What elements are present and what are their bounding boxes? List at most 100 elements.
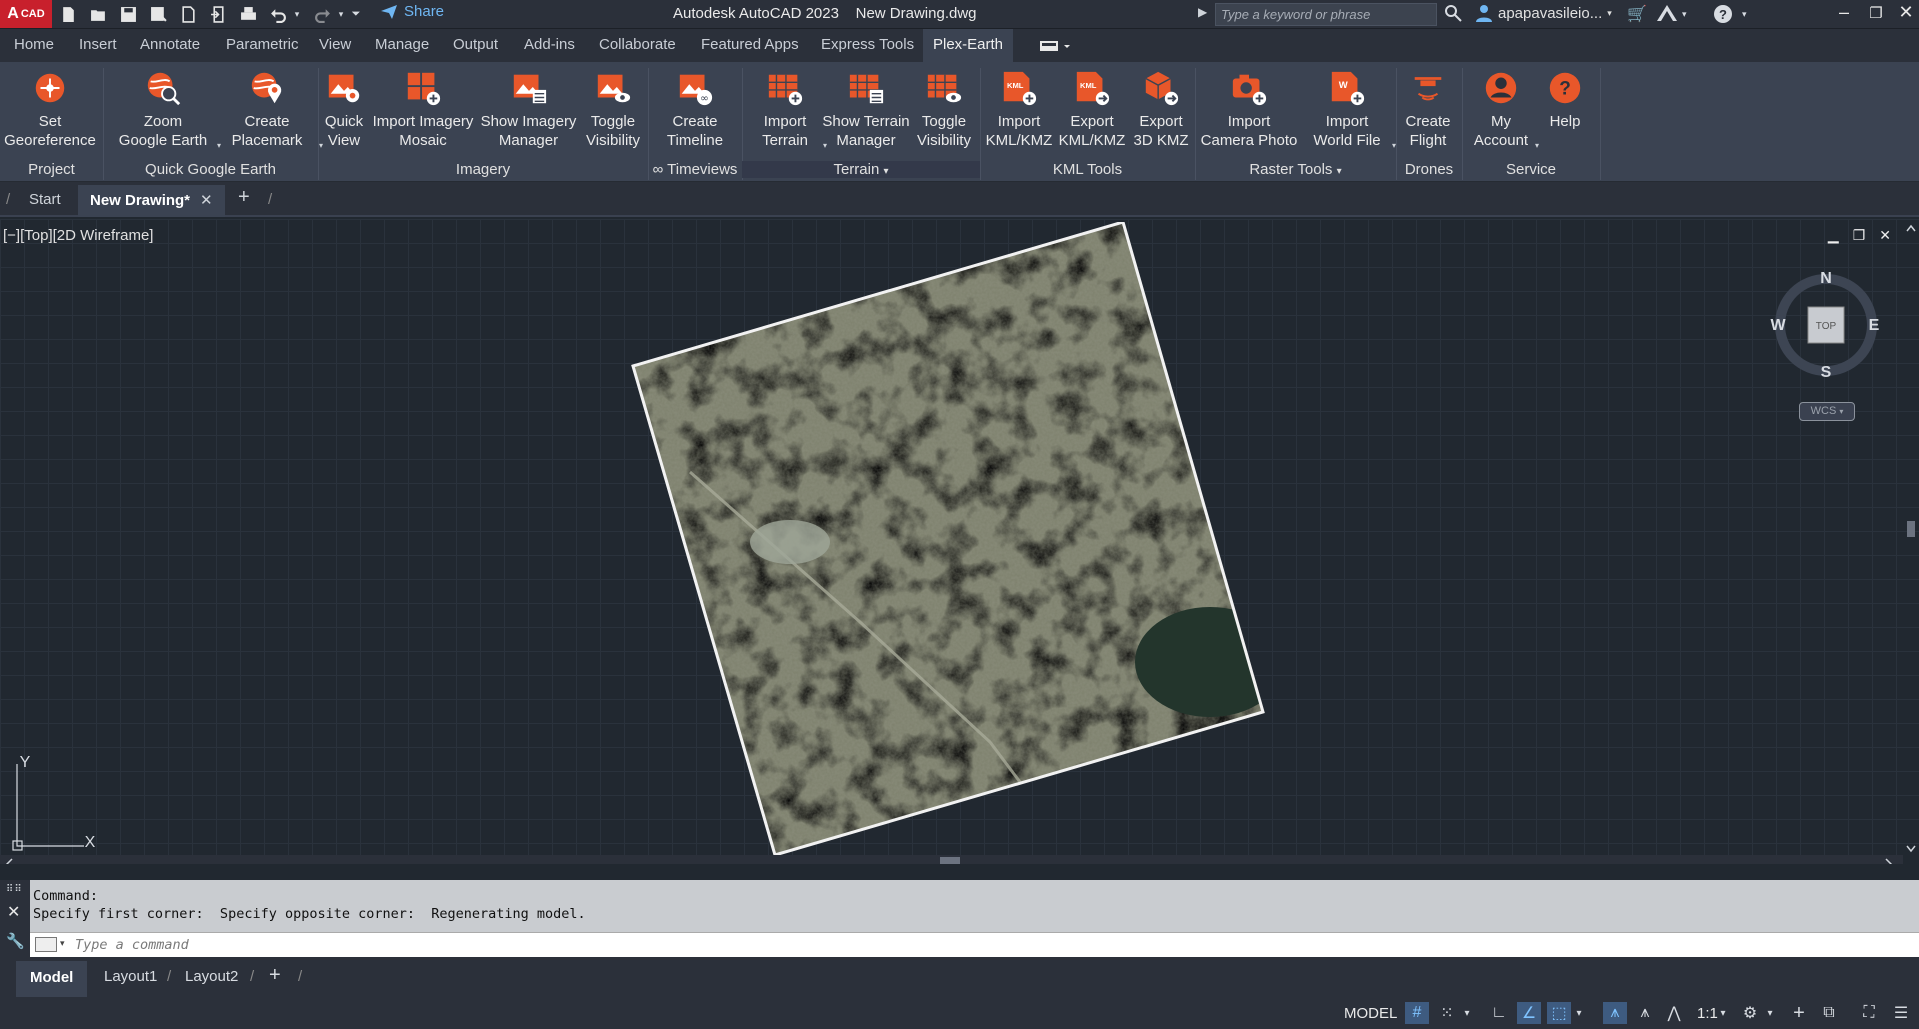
tab-parametric[interactable]: Parametric (226, 36, 299, 53)
scroll-down-icon[interactable] (1906, 845, 1916, 853)
compass-west-label[interactable]: W (1770, 317, 1786, 334)
help-dropdown-icon[interactable]: ▾ (1742, 9, 1747, 20)
tab-insert[interactable]: Insert (79, 36, 117, 53)
minimize-icon[interactable]: – (1830, 2, 1858, 23)
search-icon[interactable] (1444, 4, 1462, 27)
tab-plex-earth[interactable]: Plex-Earth (923, 29, 1014, 62)
a360-dropdown-icon[interactable]: ▾ (1682, 9, 1687, 20)
scroll-up-icon[interactable] (1906, 224, 1916, 232)
layout-tab-layout1[interactable]: Layout1 (104, 968, 157, 985)
layout-tab-model[interactable]: Model (16, 961, 88, 997)
undo-icon[interactable] (268, 4, 288, 24)
customization-menu-icon[interactable]: ☰ (1889, 1002, 1913, 1024)
export-3d-kmz-button[interactable]: Export 3D KMZ (1131, 66, 1191, 150)
cart-icon[interactable]: 🛒 (1627, 4, 1647, 24)
my-account-button[interactable]: My Account ▾ (1473, 66, 1539, 150)
customize-qat-icon[interactable]: ⏷ (350, 4, 362, 24)
redo-dropdown-icon[interactable]: ▾ (336, 4, 346, 24)
vertical-scrollbar[interactable] (1903, 221, 1919, 856)
tab-output[interactable]: Output (453, 36, 498, 53)
horizontal-scroll-thumb[interactable] (940, 857, 960, 864)
clean-screen-icon[interactable]: ⛶ (1857, 1002, 1881, 1024)
new-tab-plus-icon[interactable]: + (238, 186, 250, 209)
compass-south-label[interactable]: S (1821, 364, 1832, 381)
help-button[interactable]: ? Help (1540, 66, 1590, 131)
create-flight-button[interactable]: Create Flight (1402, 66, 1454, 150)
create-timeline-button[interactable]: ∞ Create Timeline (655, 66, 735, 150)
annotation-visibility-icon[interactable]: ⩚ (1603, 1002, 1627, 1024)
command-line-grip[interactable]: ⠿⠿ ✕ 🔧 (0, 880, 30, 957)
model-space-toggle[interactable]: MODEL (1344, 1005, 1397, 1022)
isometric-drafting-icon[interactable]: ⬚ (1547, 1002, 1571, 1024)
new-file-icon[interactable] (58, 4, 78, 24)
import-terrain-button[interactable]: Import Terrain ▾ (753, 66, 827, 150)
import-kml-button[interactable]: KML Import KML/KMZ (985, 66, 1053, 150)
viewport-close-icon[interactable]: ✕ (1879, 227, 1891, 244)
scale-dropdown-icon[interactable]: ▾ (1717, 1002, 1729, 1024)
snap-dropdown-icon[interactable]: ▾ (1461, 1002, 1473, 1024)
share-button[interactable]: Share (380, 3, 444, 20)
aerial-imagery-raster[interactable] (630, 222, 1280, 862)
tab-collaborate[interactable]: Collaborate (599, 36, 676, 53)
undo-dropdown-icon[interactable]: ▾ (292, 4, 302, 24)
panel-name-terrain[interactable]: Terrain ▾ (742, 161, 980, 178)
compass-north-label[interactable]: N (1820, 270, 1832, 287)
workspace-gear-icon[interactable]: ⚙ (1738, 1002, 1762, 1024)
tab-featured-apps[interactable]: Featured Apps (701, 36, 799, 53)
ucs-icon[interactable]: Y X (8, 754, 98, 854)
import-camera-photo-button[interactable]: Import Camera Photo (1201, 66, 1297, 150)
grid-icon[interactable]: # (1405, 1002, 1429, 1024)
layout-tab-layout2[interactable]: Layout2 (185, 968, 238, 985)
tab-home[interactable]: Home (14, 36, 54, 53)
tab-add-ins[interactable]: Add-ins (524, 36, 575, 53)
create-placemark-button[interactable]: Create Placemark ▾ (221, 66, 323, 150)
recent-commands-icon[interactable]: ▾ (35, 937, 65, 952)
show-terrain-manager-button[interactable]: Show Terrain Manager (822, 66, 910, 150)
help-icon[interactable]: ? (1713, 4, 1733, 29)
publish-icon[interactable] (178, 4, 198, 24)
new-layout-plus-icon[interactable]: + (269, 964, 281, 987)
close-tab-icon[interactable]: ✕ (200, 192, 213, 209)
close-icon[interactable]: ✕ (1892, 2, 1919, 23)
tab-manage[interactable]: Manage (375, 36, 429, 53)
show-imagery-manager-button[interactable]: Show Imagery Manager (480, 66, 577, 150)
user-account-menu[interactable]: apapavasileio... ▾ (1475, 4, 1612, 22)
import-imagery-mosaic-button[interactable]: Import Imagery Mosaic (371, 66, 475, 150)
tab-express-tools[interactable]: Express Tools (821, 36, 914, 53)
viewport-restore-icon[interactable]: ❐ (1853, 227, 1866, 244)
save-as-icon[interactable] (148, 4, 168, 24)
isolate-objects-icon[interactable]: ⧉ (1817, 1002, 1841, 1024)
application-menu-button[interactable]: A CAD (0, 0, 52, 28)
quick-view-button[interactable]: Quick View (322, 66, 366, 150)
autodesk-a360-icon[interactable] (1656, 4, 1678, 27)
ribbon-display-toggle[interactable] (1038, 39, 1072, 53)
annotation-scale-icon[interactable]: ⋀ (1662, 1002, 1686, 1024)
import-icon[interactable] (208, 4, 228, 24)
import-world-file-button[interactable]: W Import World File ▾ (1308, 66, 1396, 150)
wcs-menu[interactable]: WCS ▾ (1799, 402, 1855, 421)
tab-view[interactable]: View (319, 36, 351, 53)
toggle-terrain-visibility-button[interactable]: Toggle Visibility (913, 66, 975, 150)
plot-icon[interactable] (238, 4, 258, 24)
compass-east-label[interactable]: E (1869, 317, 1880, 334)
command-input[interactable]: Type a command (30, 932, 1919, 957)
file-tab-start[interactable]: Start (29, 191, 61, 208)
search-expand-icon[interactable]: ▶ (1198, 5, 1207, 19)
ortho-icon[interactable]: ∟ (1487, 1002, 1511, 1024)
search-input[interactable]: Type a keyword or phrase (1215, 3, 1437, 26)
viewport-minimize-icon[interactable]: ▁ (1828, 227, 1839, 244)
open-folder-icon[interactable] (88, 4, 108, 24)
close-command-icon[interactable]: ✕ (7, 902, 20, 922)
panel-name-raster-tools[interactable]: Raster Tools ▾ (1195, 161, 1396, 178)
file-tab-new-drawing[interactable]: New Drawing* ✕ (78, 185, 225, 217)
horizontal-scrollbar[interactable] (0, 855, 1903, 864)
save-icon[interactable] (118, 4, 138, 24)
redo-icon[interactable] (312, 4, 332, 24)
tab-annotate[interactable]: Annotate (140, 36, 200, 53)
viewport-controls-label[interactable]: [−][Top][2D Wireframe] (3, 227, 153, 244)
annotation-scale-value[interactable]: 1:1 (1697, 1005, 1718, 1022)
toggle-imagery-visibility-button[interactable]: Toggle Visibility (582, 66, 644, 150)
zoom-google-earth-button[interactable]: Zoom Google Earth ▾ (115, 66, 221, 150)
set-georeference-button[interactable]: Set Georeference (4, 66, 96, 150)
workspace-dropdown-icon[interactable]: ▾ (1764, 1002, 1776, 1024)
